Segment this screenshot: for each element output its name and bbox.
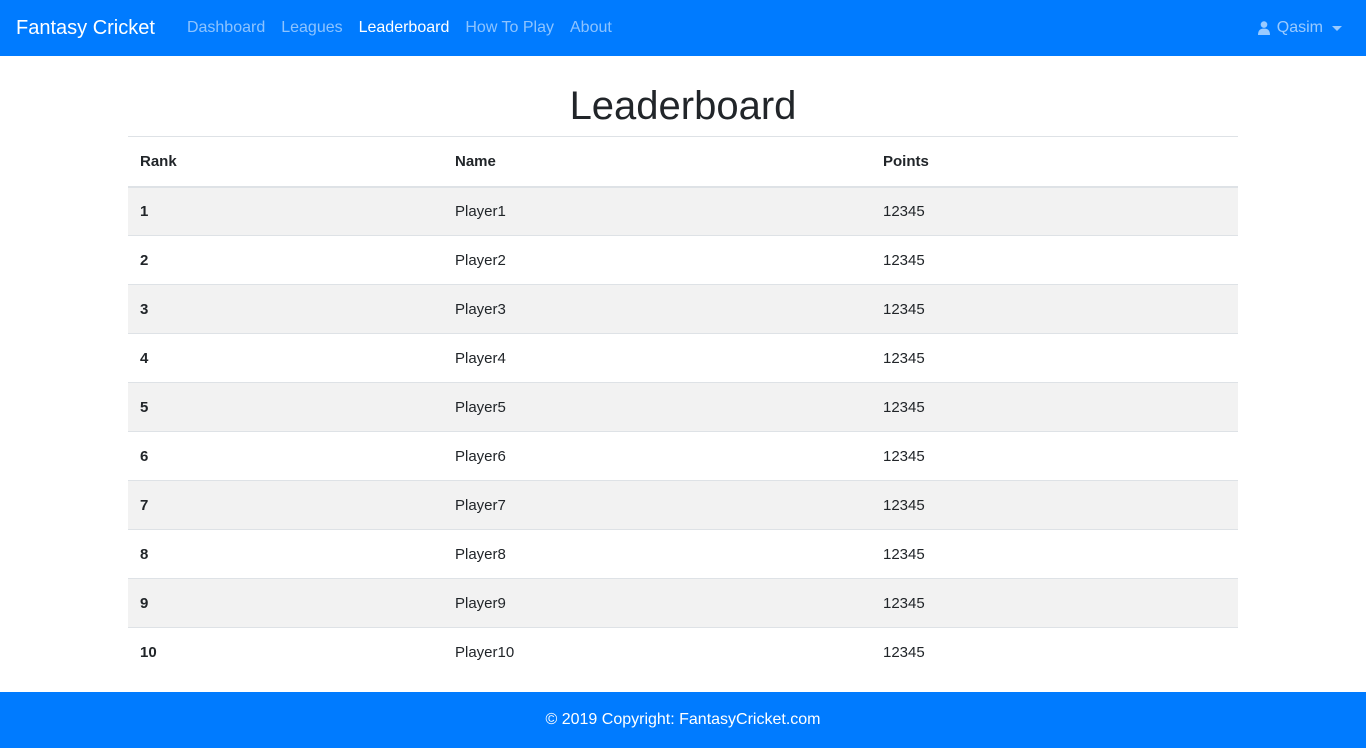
name-cell: Player5 xyxy=(443,382,871,432)
footer-copyright: © 2019 Copyright: FantasyCricket.com xyxy=(545,711,821,728)
points-cell: 12345 xyxy=(871,578,1238,628)
rank-cell: 4 xyxy=(128,333,443,383)
points-cell: 12345 xyxy=(871,529,1238,579)
nav-link-leaderboard[interactable]: Leaderboard xyxy=(351,19,458,37)
name-cell: Player1 xyxy=(455,202,506,220)
table-row: 1 Player1 12345 xyxy=(128,186,1238,236)
table-row: 7 Player7 12345 xyxy=(128,480,1238,530)
rank-cell: 2 xyxy=(128,235,443,285)
column-header-name: Name xyxy=(443,136,871,188)
page-title: Leaderboard xyxy=(569,84,797,128)
user-name: Qasim xyxy=(1276,19,1323,36)
table-row: 9 Player9 12345 xyxy=(128,578,1238,628)
table-row: 10 Player10 12345 xyxy=(128,627,1238,677)
points-cell: 12345 xyxy=(871,627,1238,677)
leaderboard-table-container: Rank Name Points 1 Player1 12345 2 Playe… xyxy=(128,136,1238,677)
rank-cell: 1 xyxy=(140,202,149,220)
name-cell: Player2 xyxy=(443,235,871,285)
top-navbar: Fantasy Cricket Dashboard Leagues Leader… xyxy=(0,0,1366,56)
rank-cell: 10 xyxy=(128,627,443,677)
points-cell: 12345 xyxy=(871,431,1238,481)
table-row: 4 Player4 12345 xyxy=(128,333,1238,383)
rank-cell: 7 xyxy=(128,480,443,530)
brand-link[interactable]: Fantasy Cricket xyxy=(16,17,155,40)
rank-cell: 5 xyxy=(128,382,443,432)
leaderboard-table: Rank Name Points 1 Player1 12345 2 Playe… xyxy=(128,136,1238,677)
chevron-down-icon xyxy=(1332,25,1342,31)
name-cell: Player3 xyxy=(443,284,871,334)
rank-cell: 6 xyxy=(128,431,443,481)
name-cell: Player4 xyxy=(443,333,871,383)
points-cell: 12345 xyxy=(871,480,1238,530)
rank-cell: 3 xyxy=(128,284,443,334)
points-cell: 12345 xyxy=(871,382,1238,432)
user-icon xyxy=(1257,21,1270,35)
rank-cell: 9 xyxy=(128,578,443,628)
nav-link-dashboard[interactable]: Dashboard xyxy=(179,19,273,37)
page-footer: © 2019 Copyright: FantasyCricket.com xyxy=(0,692,1366,748)
name-cell: Player8 xyxy=(443,529,871,579)
table-body: 1 Player1 12345 2 Player2 12345 3 Player… xyxy=(128,186,1238,677)
nav-link-leagues[interactable]: Leagues xyxy=(273,19,350,37)
column-header-rank: Rank xyxy=(128,136,443,188)
name-cell: Player10 xyxy=(443,627,871,677)
column-header-points: Points xyxy=(871,136,1238,188)
nav-link-how-to-play[interactable]: How To Play xyxy=(457,19,562,37)
table-row: 2 Player2 12345 xyxy=(128,235,1238,285)
table-row: 5 Player5 12345 xyxy=(128,382,1238,432)
table-row: 6 Player6 12345 xyxy=(128,431,1238,481)
user-menu-toggle[interactable]: Qasim xyxy=(1257,19,1350,37)
name-cell: Player6 xyxy=(443,431,871,481)
rank-cell: 8 xyxy=(128,529,443,579)
points-cell: 12345 xyxy=(871,333,1238,383)
table-row: 3 Player3 12345 xyxy=(128,284,1238,334)
table-header: Rank Name Points xyxy=(128,136,1238,188)
nav-link-about[interactable]: About xyxy=(562,19,620,37)
points-cell: 12345 xyxy=(871,235,1238,285)
name-cell: Player7 xyxy=(443,480,871,530)
nav-links: Dashboard Leagues Leaderboard How To Pla… xyxy=(179,19,620,37)
points-cell: 12345 xyxy=(871,284,1238,334)
table-row: 8 Player8 12345 xyxy=(128,529,1238,579)
points-cell: 12345 xyxy=(883,202,925,220)
name-cell: Player9 xyxy=(443,578,871,628)
header-row: Rank Name Points xyxy=(128,136,1238,188)
